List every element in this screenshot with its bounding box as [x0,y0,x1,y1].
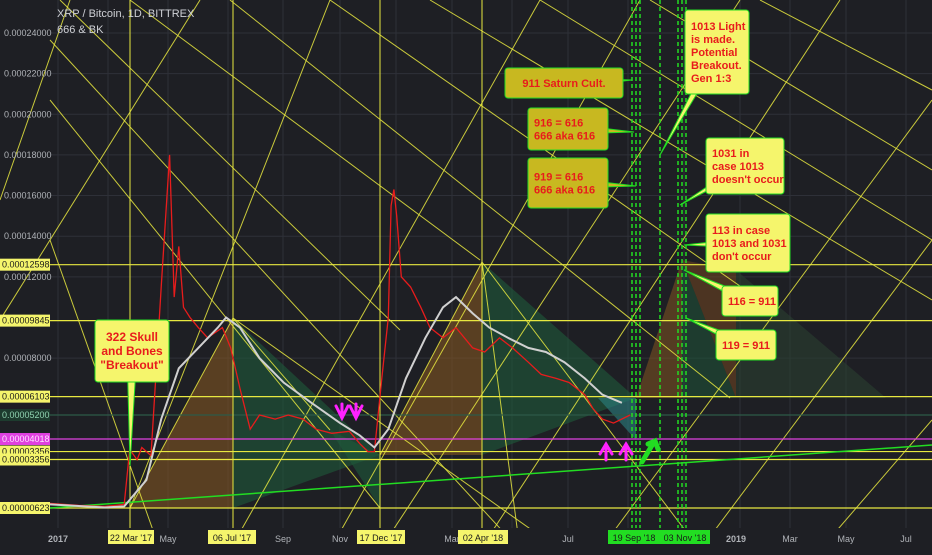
chart-header: XRP / Bitcoin, 1D, BITTREX 666 & BK [57,6,194,38]
x-tick-label: 2017 [48,534,68,544]
callout-text: Potential [691,47,737,59]
grid [0,0,932,550]
price-label-text: 0.00000623 [2,503,50,513]
y-tick-label: 0.00024000 [4,28,52,38]
x-tick-label: Mar [444,534,460,544]
price-label-text: 0.00006103 [2,392,50,402]
callout-text: 119 = 911 [722,340,770,352]
callout-text: 911 Saturn Cult. [522,78,605,90]
y-tick-label: 0.00014000 [4,231,52,241]
chart-background [0,0,932,550]
callout-text: "Breakout" [100,358,163,372]
chart-subtitle: 666 & BK [57,24,104,36]
date-label-text: 19 Sep '18 [613,533,656,543]
callout-text: Breakout. [691,60,742,72]
callout-text: and Bones [101,344,163,358]
chart-title: XRP / Bitcoin, 1D, BITTREX [57,8,195,20]
callout-text: 916 = 616 [534,117,583,129]
date-label-text: 06 Jul '17 [213,533,251,543]
y-tick-label: 0.00008000 [4,353,52,363]
price-label-text: 0.00009845 [2,316,50,326]
x-tick-label: Jul [900,534,912,544]
x-tick-label: 2019 [726,534,746,544]
callout-text: 1013 Light [691,21,746,33]
callout-text: 666 aka 616 [534,184,595,196]
chart-canvas[interactable]: 322 Skulland Bones"Breakout" 911 Saturn C… [0,0,932,551]
callout-text: 1031 in [712,148,750,160]
callout-text: 322 Skull [106,330,158,344]
x-tick-label: Sep [275,534,291,544]
x-tick-label: May [837,534,855,544]
y-tick-label: 0.00012000 [4,272,52,282]
y-tick-label: 0.00022000 [4,69,52,79]
x-tick-label: Mar [782,534,798,544]
x-tick-label: May [159,534,177,544]
y-tick-label: 0.00018000 [4,150,52,160]
callout-text: 1013 and 1031 [712,238,787,250]
y-tick-label: 0.00020000 [4,109,52,119]
callout-text: 666 aka 616 [534,130,595,142]
date-label-text: 02 Apr '18 [463,533,503,543]
date-label-text: 17 Dec '17 [360,533,403,543]
callout-text: case 1013 [712,161,764,173]
callout-text: Gen 1:3 [691,73,731,85]
callout-text: 919 = 616 [534,171,583,183]
x-tick-label: Jul [562,534,574,544]
price-label-text: 0.00004018 [2,434,50,444]
x-tick-label: Nov [332,534,349,544]
callout-text: 113 in case [712,225,770,237]
price-label-text: 0.00012598 [2,260,50,270]
callout-text: is made. [691,34,735,46]
callout-text: doesn't occur [712,174,784,186]
date-label-text: 22 Mar '17 [110,533,152,543]
y-tick-label: 0.00016000 [4,191,52,201]
chart-container: 322 Skull and Bones "Breakout" 911 Saturn C… [0,0,932,551]
annotation-callout: 911 Saturn Cult. [504,67,633,99]
price-label-text: 0.00005200 [2,410,50,420]
callout-text: don't occur [712,251,772,263]
price-label-text: 0.00003356 [2,454,50,464]
callout-text: 116 = 911 [728,296,776,308]
date-label-text: 03 Nov '18 [664,533,707,543]
